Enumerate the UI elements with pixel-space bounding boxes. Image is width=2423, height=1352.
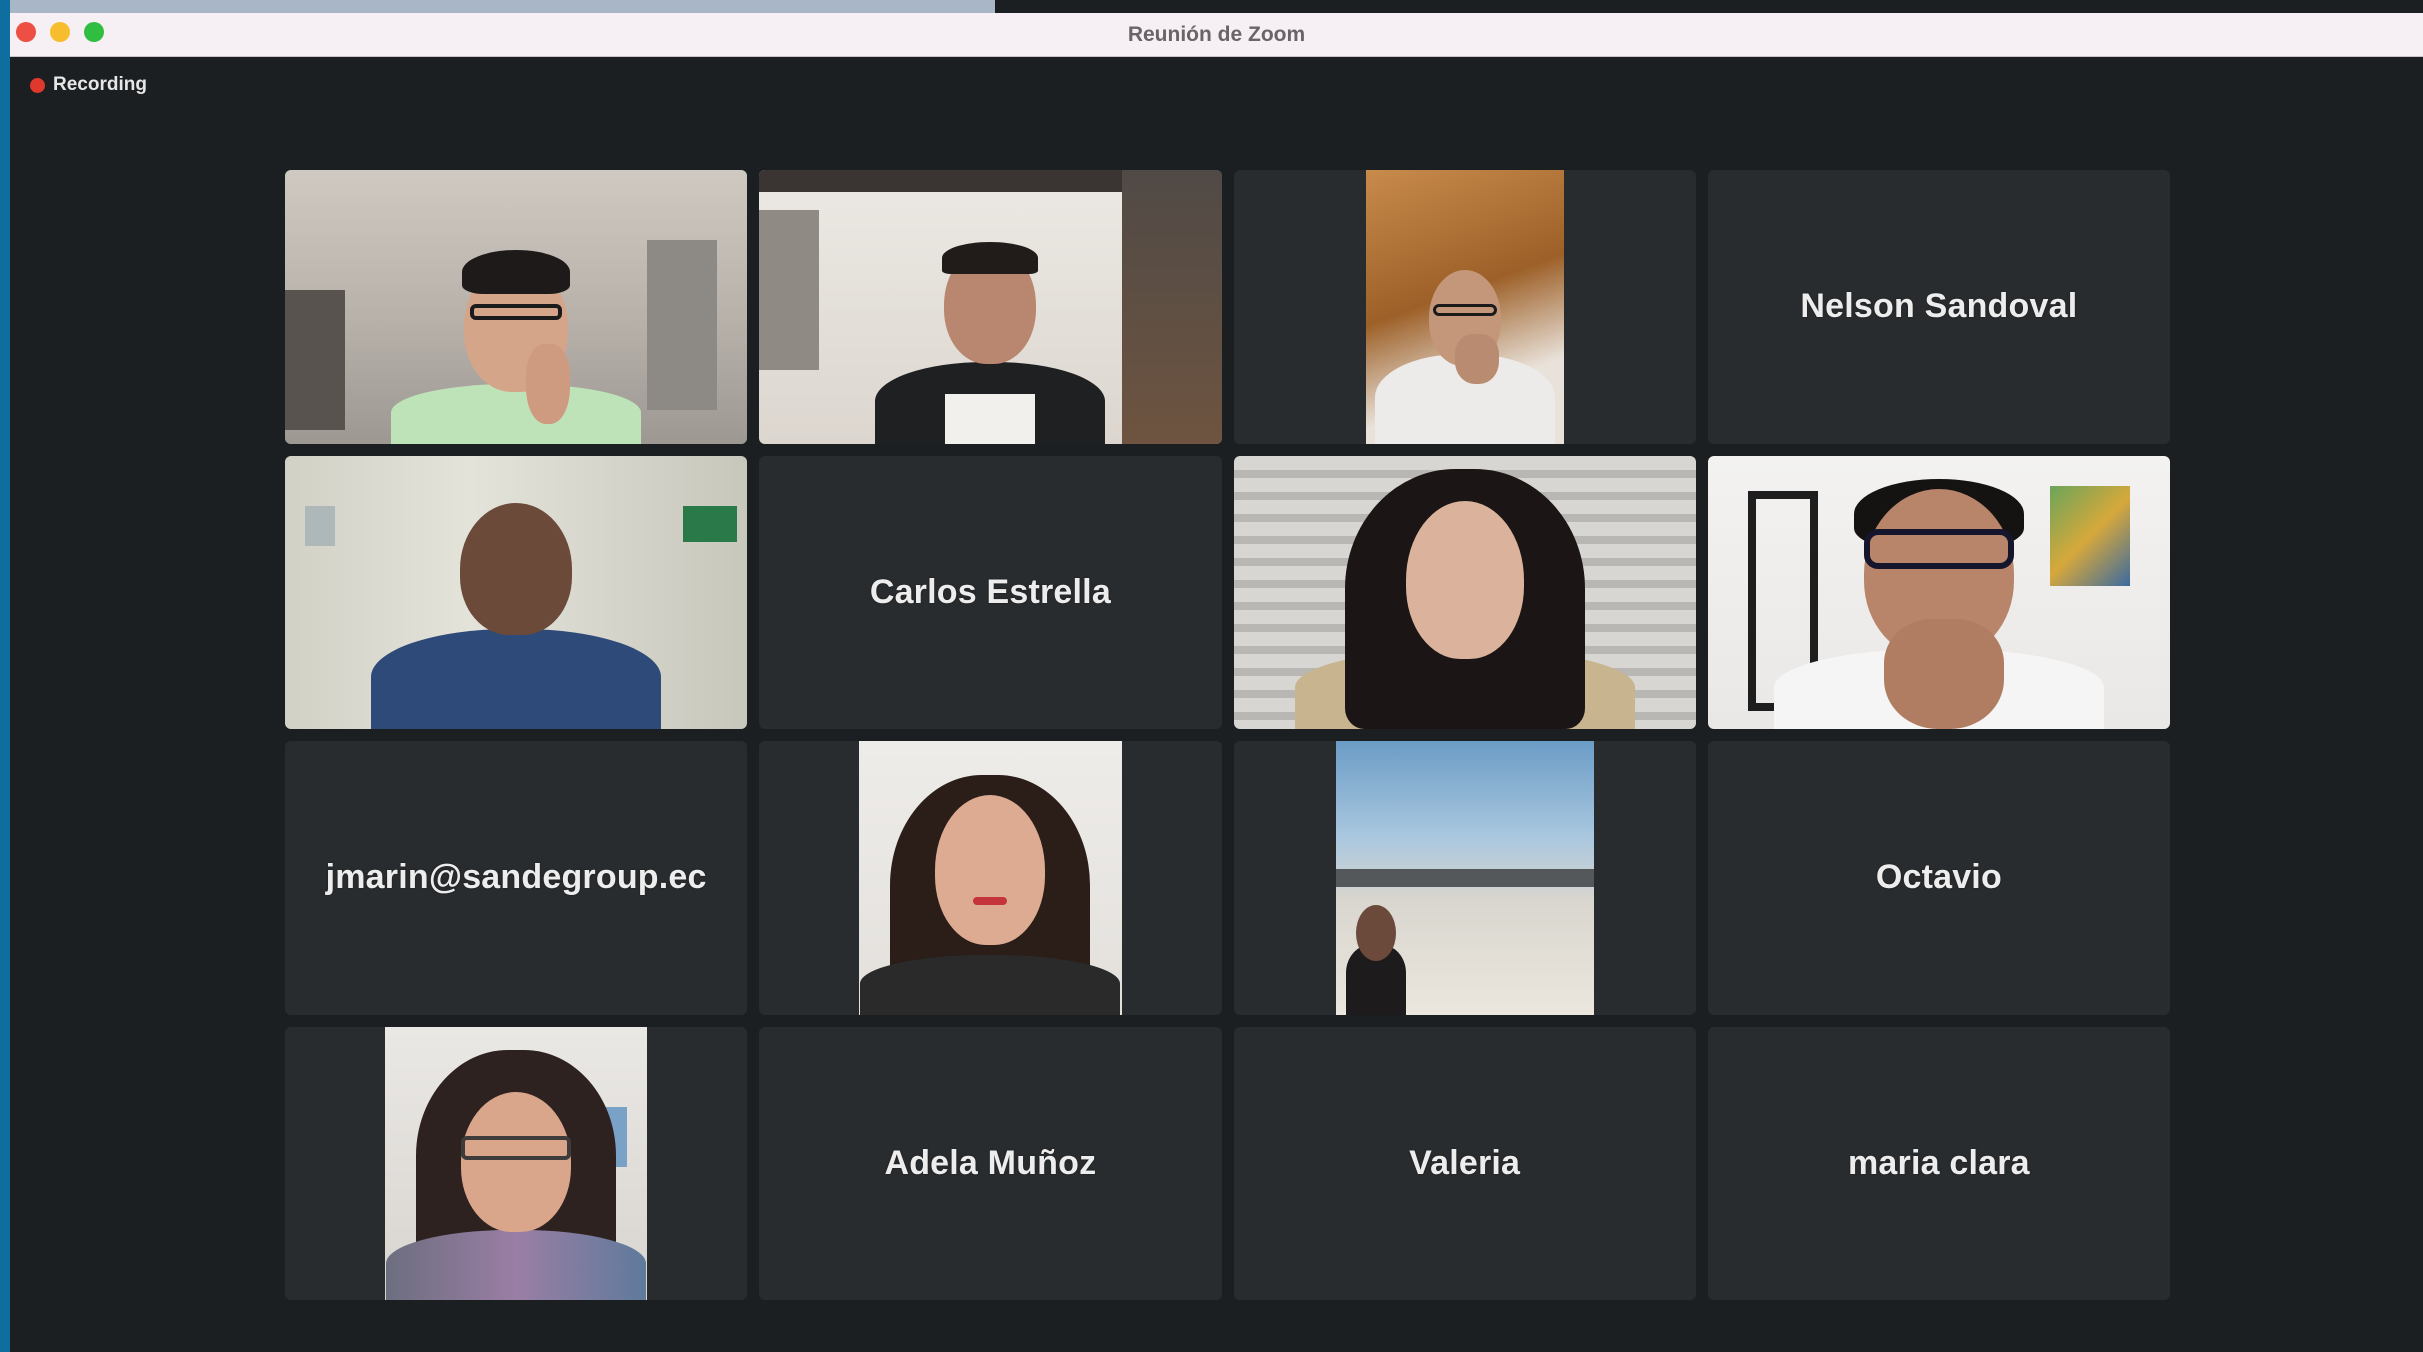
participant-tile-7[interactable]	[1233, 455, 1696, 729]
window-titlebar: Reunión de Zoom	[10, 13, 2423, 57]
participant-tile-14[interactable]: Adela Muñoz	[759, 1026, 1222, 1300]
participant-tile-5[interactable]	[285, 455, 748, 729]
participant-tile-16[interactable]: maria clara	[1707, 1026, 2170, 1300]
participant-name: Octavio	[1875, 858, 2002, 897]
participant-name: Nelson Sandoval	[1800, 287, 2078, 326]
participant-tile-8[interactable]	[1707, 455, 2170, 729]
participant-video	[285, 455, 748, 729]
participant-name: maria clara	[1847, 1143, 2030, 1182]
participant-tile-9[interactable]: jmarin@sandegroup.ec	[285, 741, 748, 1015]
participant-video	[1707, 455, 2170, 729]
participant-name: Adela Muñoz	[884, 1143, 1097, 1182]
left-edge-strip	[0, 0, 10, 1352]
participant-tile-13[interactable]	[285, 1026, 748, 1300]
participant-name: jmarin@sandegroup.ec	[325, 858, 707, 897]
meeting-stage: Recording Nelson Sandoval Carlos Estrell…	[10, 57, 2423, 1352]
gallery-grid: Nelson Sandoval Carlos Estrella jmarin@s…	[285, 170, 2170, 1300]
participant-video	[1233, 455, 1696, 729]
recording-dot-icon	[30, 77, 45, 93]
participant-video	[1335, 741, 1594, 1015]
participant-name: Valeria	[1409, 1143, 1521, 1182]
participant-tile-15[interactable]: Valeria	[1233, 1026, 1696, 1300]
participant-video	[385, 1026, 648, 1300]
participant-tile-2[interactable]	[759, 170, 1222, 444]
participant-name: Carlos Estrella	[869, 572, 1111, 611]
recording-label: Recording	[53, 74, 147, 95]
participant-tile-6[interactable]: Carlos Estrella	[759, 455, 1222, 729]
participant-tile-12[interactable]: Octavio	[1707, 741, 2170, 1015]
participant-video	[859, 741, 1122, 1015]
participant-tile-10[interactable]	[759, 741, 1222, 1015]
recording-indicator[interactable]: Recording	[30, 72, 147, 98]
top-edge-bar	[10, 0, 995, 13]
participant-tile-1[interactable]	[285, 170, 748, 444]
participant-tile-11[interactable]	[1233, 741, 1696, 1015]
participant-video	[759, 170, 1222, 444]
participant-tile-4[interactable]: Nelson Sandoval	[1707, 170, 2170, 444]
participant-video	[1365, 170, 1564, 444]
participant-tile-3[interactable]	[1233, 170, 1696, 444]
participant-video	[285, 170, 748, 444]
window-title: Reunión de Zoom	[1127, 23, 1306, 46]
